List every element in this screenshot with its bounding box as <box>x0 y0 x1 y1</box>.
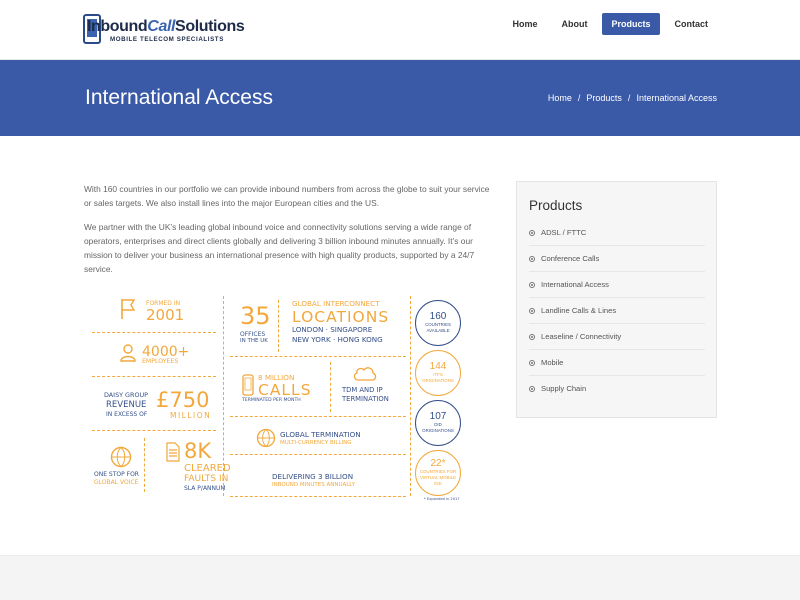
tdm-termination: TERMINATION <box>342 395 389 403</box>
page-banner: International Access Home / Products / I… <box>0 60 800 136</box>
global-termination-label: GLOBAL TERMINATION <box>280 430 361 439</box>
revenue-unit: MILLION <box>170 411 212 420</box>
logo[interactable]: InboundCallSolutions MOBILE TELECOM SPEC… <box>83 12 245 46</box>
faults-sla: SLA P/ANNUM <box>184 485 226 492</box>
circle-arrow-icon <box>529 359 535 366</box>
site-footer <box>0 555 800 600</box>
stat-virtual-mobile: 22* COUNTRIES FOR VIRTUAL MOBILE DID <box>415 450 461 496</box>
divider <box>92 430 216 431</box>
cloud-icon <box>353 367 377 381</box>
circle-arrow-icon <box>529 281 535 288</box>
nav-home[interactable]: Home <box>503 13 546 35</box>
person-icon <box>120 344 136 362</box>
divider <box>230 356 406 357</box>
one-stop-label: ONE STOP FOR <box>94 471 139 478</box>
offices-number: 35 <box>240 302 271 330</box>
main-content: With 160 countries in our portfolio we c… <box>84 182 494 286</box>
delivering-sub: INBOUND MINUTES ANNUALLY <box>272 482 355 488</box>
sidebar-list: ADSL / FTTC Conference Calls Internation… <box>529 220 705 402</box>
divider <box>410 296 411 496</box>
delivering-label: DELIVERING 3 BILLION <box>272 472 354 481</box>
site-header: InboundCallSolutions MOBILE TELECOM SPEC… <box>0 0 800 60</box>
revenue-label: REVENUE <box>106 400 147 410</box>
footnote: * Expanded in 2017 <box>424 497 460 501</box>
breadcrumb: Home / Products / International Access <box>548 93 717 103</box>
nav-contact[interactable]: Contact <box>666 13 718 35</box>
sidebar-item-mobile[interactable]: Mobile <box>529 350 705 376</box>
locations-heading: LOCATIONS <box>292 308 390 326</box>
formed-year: 2001 <box>146 306 185 324</box>
circle-arrow-icon <box>529 386 535 392</box>
document-icon <box>166 442 180 462</box>
interconnect-label: GLOBAL INTERCONNECT <box>292 299 380 308</box>
faults-number: 8K <box>184 439 212 463</box>
sidebar-title: Products <box>529 198 583 213</box>
locations-cities-2: NEW YORK · HONG KONG <box>292 335 383 344</box>
divider <box>92 376 216 377</box>
divider <box>230 496 406 497</box>
breadcrumb-products[interactable]: Products <box>586 93 622 103</box>
infographic: FORMED IN 2001 4000+ EMPLOYEES DAISY GRO… <box>92 296 468 502</box>
divider <box>230 454 406 455</box>
divider <box>330 362 331 412</box>
logo-brand: InboundCallSolutions <box>87 18 245 35</box>
faults-in: FAULTS IN <box>184 474 229 484</box>
stat-countries: 160 COUNTRIES AVAILABLE <box>415 300 461 346</box>
sidebar-item-supply-chain[interactable]: Supply Chain <box>529 376 705 402</box>
stat-itfs: 144 ITFS ORIGINATIONS <box>415 350 461 396</box>
main-nav: Home About Products Contact <box>503 13 717 35</box>
locations-cities-1: LONDON · SINGAPORE <box>292 325 373 334</box>
circle-arrow-icon <box>529 307 535 314</box>
sidebar-item-leaseline[interactable]: Leaseline / Connectivity <box>529 324 705 350</box>
multi-currency-label: MULTI-CURRENCY BILLING <box>280 440 352 446</box>
sidebar-item-conference-calls[interactable]: Conference Calls <box>529 246 705 272</box>
divider <box>230 416 406 417</box>
revenue-group: DAISY GROUP <box>104 391 149 399</box>
mobile-phone-icon <box>242 374 254 396</box>
circle-arrow-icon <box>529 229 535 236</box>
breadcrumb-current: International Access <box>636 93 717 103</box>
divider <box>278 300 279 352</box>
faults-cleared: CLEARED <box>184 463 231 474</box>
breadcrumb-separator: / <box>577 93 581 103</box>
circle-arrow-icon <box>529 333 535 340</box>
sidebar-item-landline[interactable]: Landline Calls & Lines <box>529 298 705 324</box>
logo-tagline: MOBILE TELECOM SPECIALISTS <box>110 36 224 43</box>
globe-icon <box>256 428 276 448</box>
globe-icon <box>110 446 132 468</box>
sidebar-item-adsl[interactable]: ADSL / FTTC <box>529 220 705 246</box>
circle-arrow-icon <box>529 255 535 262</box>
breadcrumb-separator: / <box>627 93 631 103</box>
breadcrumb-home[interactable]: Home <box>548 93 572 103</box>
employees-label: EMPLOYEES <box>142 358 179 365</box>
offices-uk: IN THE UK <box>240 338 268 344</box>
stat-did: 107 DID ORIGINATIONS <box>415 400 461 446</box>
divider <box>92 332 216 333</box>
flag-icon <box>121 299 136 319</box>
sidebar-item-international-access[interactable]: International Access <box>529 272 705 298</box>
nav-products[interactable]: Products <box>602 13 660 35</box>
revenue-in-excess: IN EXCESS OF <box>106 411 148 418</box>
nav-about[interactable]: About <box>552 13 596 35</box>
products-sidebar: Products ADSL / FTTC Conference Calls In… <box>516 181 717 418</box>
divider <box>144 438 145 492</box>
page-title: International Access <box>85 86 273 109</box>
calls-sub: TERMINATED PER MONTH <box>242 398 301 403</box>
tdm-label: TDM AND IP <box>342 386 383 394</box>
revenue-value: £750 <box>156 388 210 412</box>
calls-heading: CALLS <box>258 381 312 399</box>
partner-paragraph: We partner with the UK’s leading global … <box>84 222 475 274</box>
one-stop-voice: GLOBAL VOICE <box>94 479 139 486</box>
intro-paragraph: With 160 countries in our portfolio we c… <box>84 184 490 208</box>
